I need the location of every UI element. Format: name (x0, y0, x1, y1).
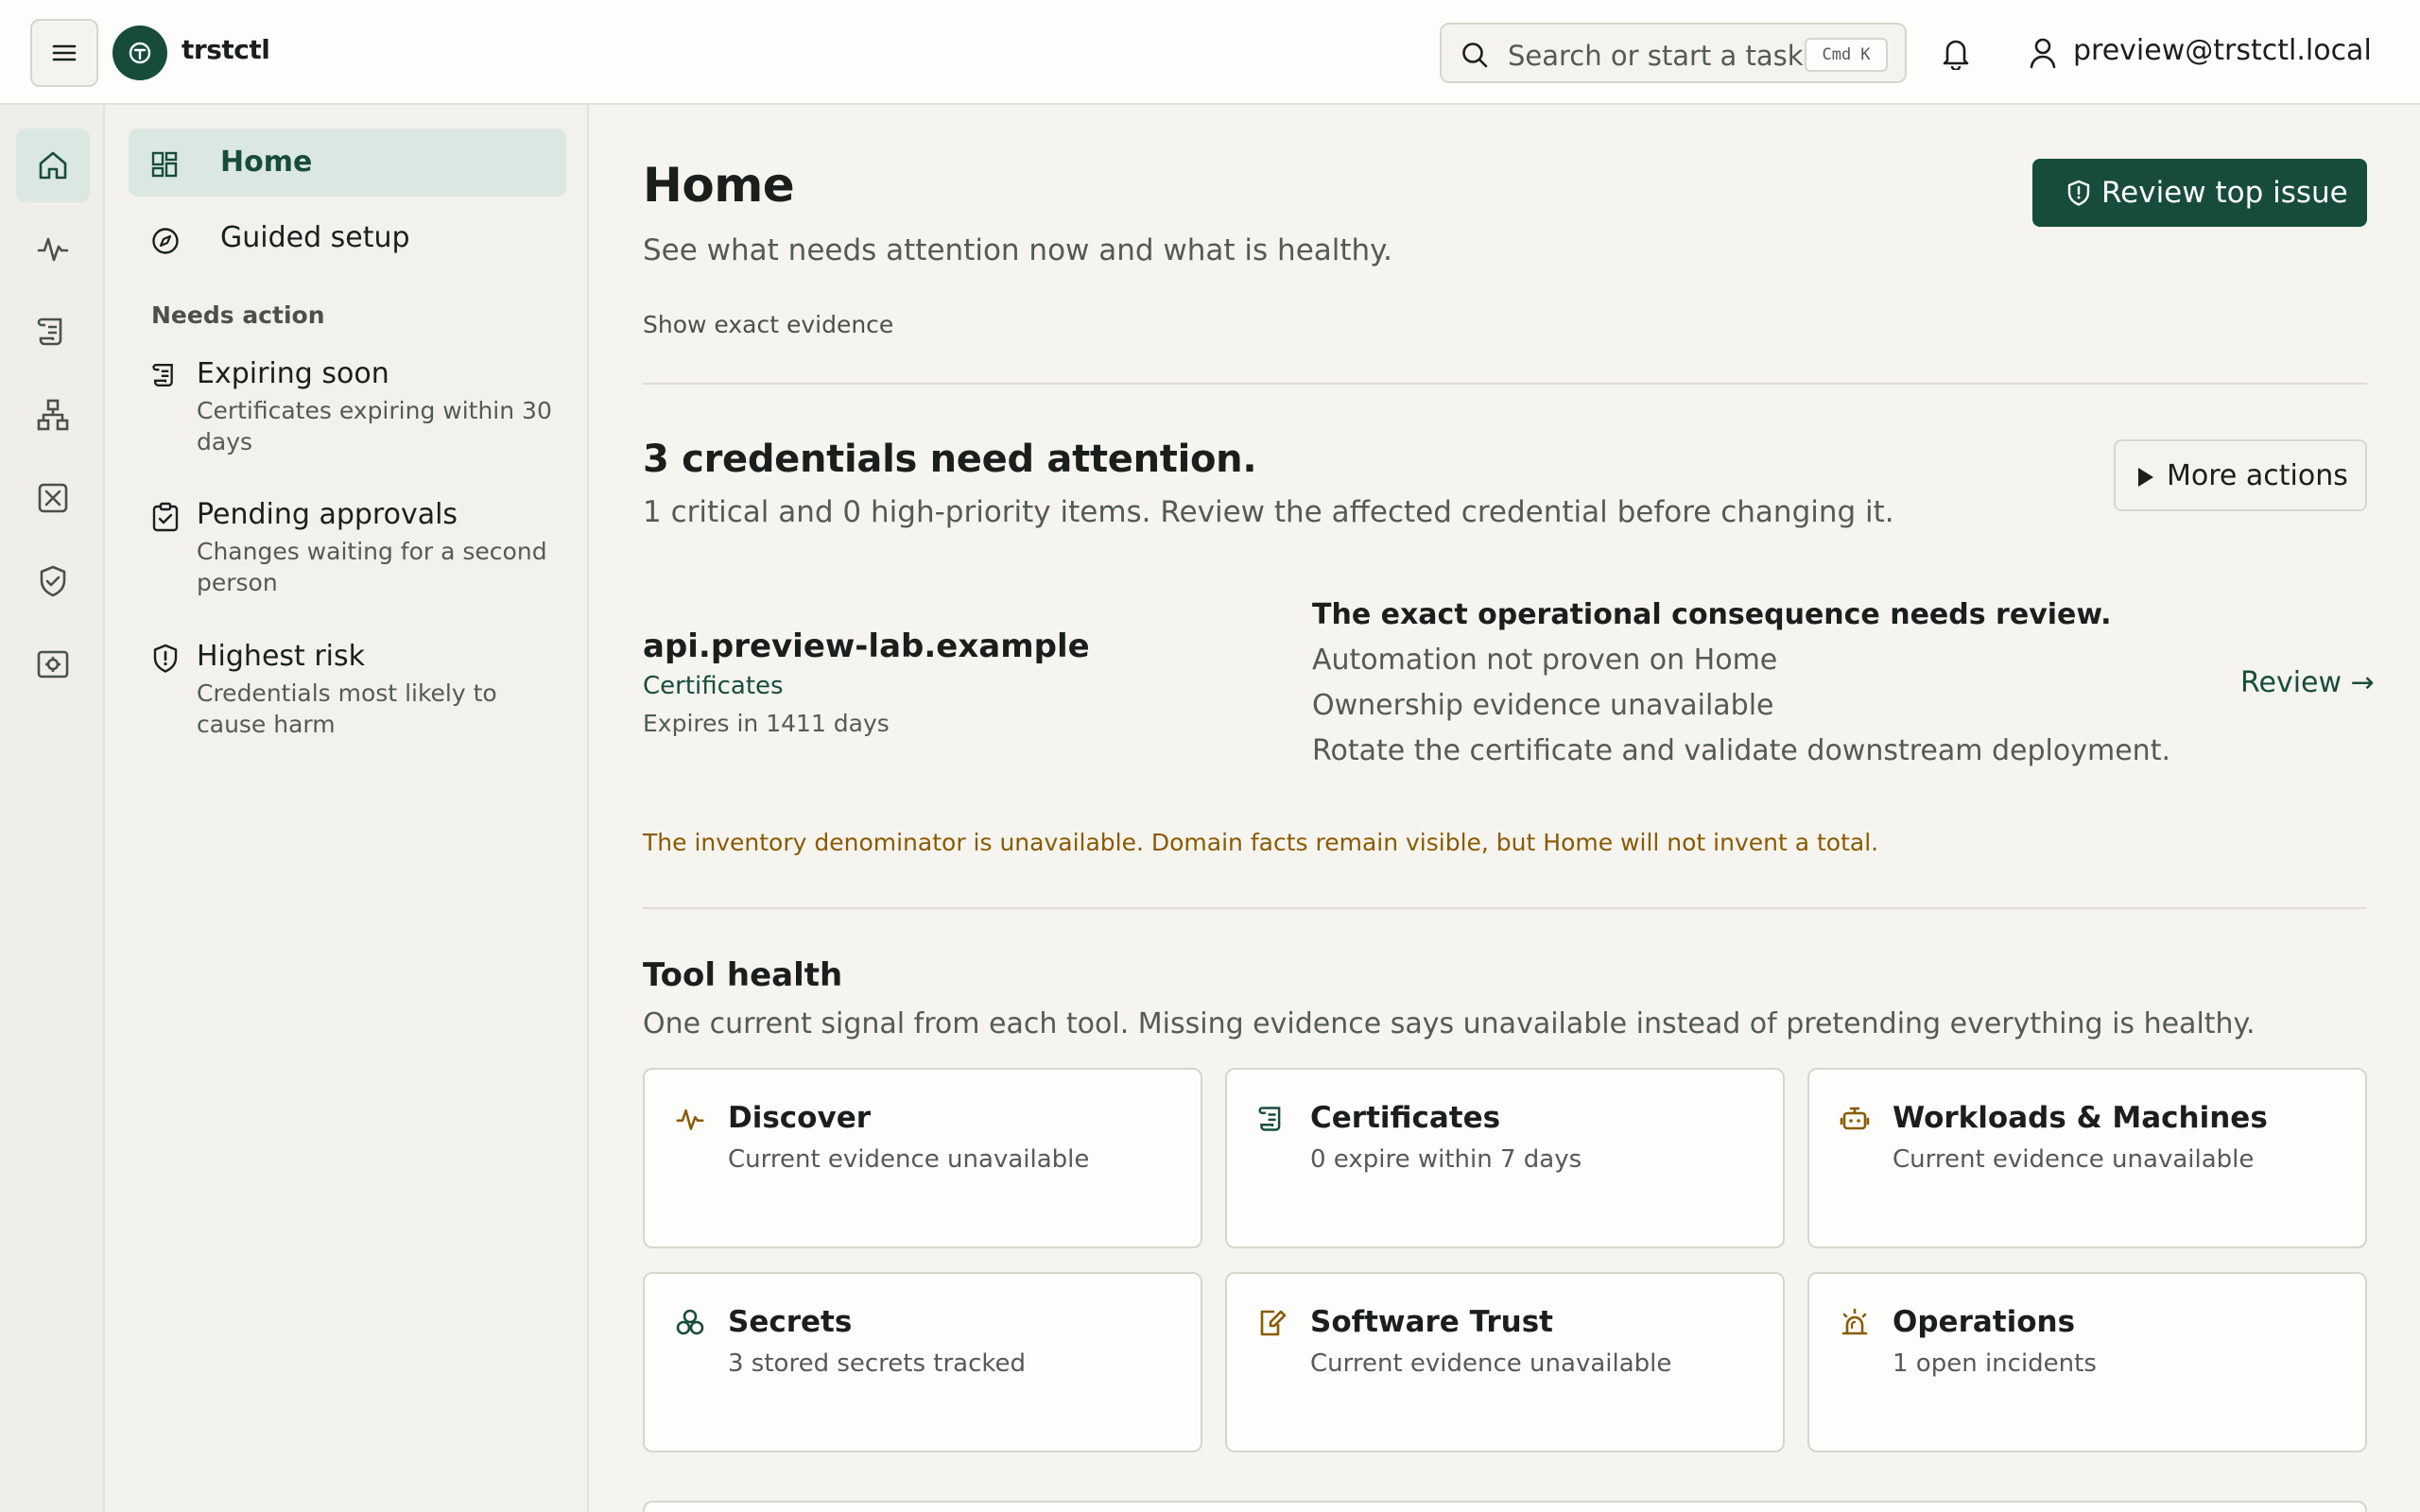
play-triangle-icon (2138, 468, 2153, 487)
tool-health-title: Tool health (643, 956, 843, 994)
tool-card-certificates[interactable]: Certificates 0 expire within 7 days (1225, 1068, 1785, 1248)
attention-title: 3 credentials need attention. (643, 438, 1257, 481)
sidebar-item-highest-risk[interactable]: Highest risk Credentials most likely to … (151, 640, 558, 744)
button-label: Review top issue (2101, 176, 2348, 210)
sidebar-item-home[interactable]: Home (129, 129, 566, 197)
page-subtitle: See what needs attention now and what is… (643, 233, 1392, 267)
main-content: Home See what needs attention now and wh… (589, 105, 2420, 1512)
rail-certificates[interactable] (16, 295, 90, 369)
rail-workloads[interactable] (16, 378, 90, 452)
keyboard-shortcut-badge: Cmd K (1805, 38, 1888, 72)
card-title: Operations (1893, 1305, 2076, 1339)
review-top-issue-button[interactable]: Review top issue (2032, 159, 2367, 227)
rail-home[interactable] (16, 129, 90, 202)
consequence-line: Ownership evidence unavailable (1312, 689, 1774, 722)
rail-discover[interactable] (16, 212, 90, 285)
action-description: Credentials most likely to cause harm (197, 679, 497, 738)
action-title: Expiring soon (197, 357, 389, 390)
more-actions-button[interactable]: More actions (2114, 439, 2367, 511)
consequence-line: Automation not proven on Home (1312, 644, 1778, 677)
divider (643, 383, 2367, 385)
action-description: Changes waiting for a second person (197, 538, 547, 596)
rail-operations[interactable] (16, 627, 90, 701)
sidebar: Home Guided setup Needs action Expiring … (105, 105, 589, 1512)
divider (643, 907, 2367, 909)
alarm-icon (1840, 1308, 1870, 1338)
credential-expiry: Expires in 1411 days (643, 710, 890, 737)
card-description: 3 stored secrets tracked (728, 1349, 1027, 1378)
shortcut-key: K (1860, 45, 1871, 64)
card-title: Certificates (1310, 1101, 1501, 1135)
inventory-warning: The inventory denominator is unavailable… (643, 829, 1879, 856)
activity-icon (36, 232, 70, 266)
shortcut-modifier: Cmd (1822, 45, 1852, 64)
secrets-icon (675, 1308, 705, 1338)
search-icon (1461, 41, 1489, 69)
compass-icon (151, 227, 180, 255)
tool-card-operations[interactable]: Operations 1 open incidents (1807, 1272, 2367, 1452)
card-description: Current evidence unavailable (728, 1145, 1090, 1174)
card-title: Secrets (728, 1305, 853, 1339)
card-description: 1 open incidents (1893, 1349, 2097, 1378)
consequence-heading: The exact operational consequence needs … (1312, 598, 2112, 631)
brand-name: trstctl (182, 34, 270, 65)
certificate-icon (151, 361, 180, 389)
workload-icon (36, 481, 70, 515)
card-description: 0 expire within 7 days (1310, 1145, 1582, 1174)
page-title: Home (643, 158, 795, 213)
review-link[interactable]: Review → (2240, 666, 2375, 699)
sidebar-item-pending-approvals[interactable]: Pending approvals Changes waiting for a … (151, 498, 558, 602)
credential-type[interactable]: Certificates (643, 672, 784, 700)
dashboard-icon (151, 151, 178, 178)
shield-icon (36, 564, 70, 598)
action-description: Certificates expiring within 30 days (197, 397, 552, 455)
needs-action-heading: Needs action (151, 301, 325, 329)
brand-logo[interactable] (112, 26, 167, 80)
home-icon (36, 148, 70, 182)
rail-secrets[interactable] (16, 461, 90, 535)
tool-card-discover[interactable]: Discover Current evidence unavailable (643, 1068, 1202, 1248)
bell-icon[interactable] (1940, 36, 1972, 70)
operations-icon (36, 647, 70, 681)
certificate-icon (1257, 1104, 1288, 1134)
clipboard-check-icon (151, 502, 180, 532)
card-title: Software Trust (1310, 1305, 1553, 1339)
credential-name[interactable]: api.preview-lab.example (643, 627, 1090, 665)
tool-card-software-trust[interactable]: Software Trust Current evidence unavaila… (1225, 1272, 1785, 1452)
card-title: Workloads & Machines (1893, 1101, 2268, 1135)
activity-icon (675, 1104, 705, 1134)
menu-button[interactable] (30, 19, 98, 87)
shield-icon (2066, 180, 2091, 206)
robot-icon (1840, 1104, 1870, 1134)
tool-card-secrets[interactable]: Secrets 3 stored secrets tracked (643, 1272, 1202, 1452)
certificate-icon (36, 315, 70, 349)
top-bar: trstctl Search or start a task Cmd K pre… (0, 0, 2420, 105)
network-icon (36, 398, 70, 432)
signed-document-icon (1257, 1308, 1288, 1338)
sidebar-item-label: Guided setup (220, 221, 410, 254)
next-section-card (643, 1501, 2367, 1512)
consequence-line: Rotate the certificate and validate down… (1312, 734, 2170, 767)
attention-subtitle: 1 critical and 0 high-priority items. Re… (643, 495, 1894, 529)
button-label: More actions (2167, 459, 2348, 492)
card-description: Current evidence unavailable (1310, 1349, 1672, 1378)
tool-health-subtitle: One current signal from each tool. Missi… (643, 1007, 2256, 1040)
icon-rail (0, 105, 105, 1512)
user-email[interactable]: preview@trstctl.local (2073, 34, 2372, 67)
sidebar-item-expiring-soon[interactable]: Expiring soon Certificates expiring with… (151, 357, 558, 461)
sidebar-item-label: Home (220, 146, 313, 179)
card-description: Current evidence unavailable (1893, 1145, 2255, 1174)
card-title: Discover (728, 1101, 872, 1135)
user-icon[interactable] (2027, 36, 2059, 70)
search-input[interactable]: Search or start a task Cmd K (1440, 23, 1907, 83)
sidebar-item-guided-setup[interactable]: Guided setup (129, 204, 566, 272)
shield-alert-icon (151, 644, 180, 674)
search-placeholder: Search or start a task (1508, 40, 1804, 72)
rail-software-trust[interactable] (16, 544, 90, 618)
action-title: Highest risk (197, 640, 366, 673)
tool-card-workloads[interactable]: Workloads & Machines Current evidence un… (1807, 1068, 2367, 1248)
show-evidence-toggle[interactable]: Show exact evidence (643, 311, 893, 338)
hamburger-icon (52, 43, 77, 62)
action-title: Pending approvals (197, 498, 458, 531)
